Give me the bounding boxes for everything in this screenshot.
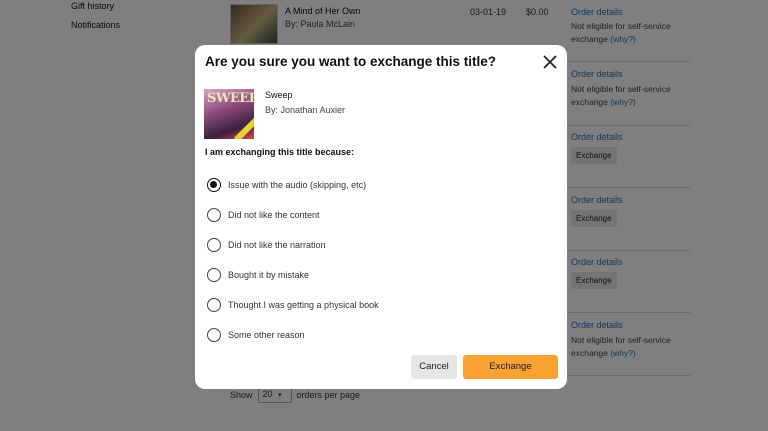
cancel-button[interactable]: Cancel xyxy=(411,355,457,379)
cover-banner xyxy=(233,117,254,139)
radio-button[interactable] xyxy=(207,268,221,282)
option-label: Did not like the narration xyxy=(228,240,326,250)
option-label: Thought I was getting a physical book xyxy=(228,300,379,310)
radio-button[interactable] xyxy=(207,328,221,342)
dialog-title: Are you sure you want to exchange this t… xyxy=(205,54,497,69)
book-title: Sweep xyxy=(265,90,293,100)
option-label: Some other reason xyxy=(228,330,305,340)
book-author: By: Jonathan Auxier xyxy=(265,105,346,115)
reason-option-content[interactable]: Did not like the content xyxy=(207,200,379,230)
book-cover: SWEEP xyxy=(204,89,254,139)
option-label: Issue with the audio (skipping, etc) xyxy=(228,180,367,190)
radio-button[interactable] xyxy=(207,178,221,192)
reason-option-audio-issue[interactable]: Issue with the audio (skipping, etc) xyxy=(207,170,379,200)
reason-heading: I am exchanging this title because: xyxy=(205,147,355,157)
reason-option-narration[interactable]: Did not like the narration xyxy=(207,230,379,260)
radio-button[interactable] xyxy=(207,208,221,222)
radio-button[interactable] xyxy=(207,298,221,312)
close-icon xyxy=(543,55,557,69)
radio-button[interactable] xyxy=(207,238,221,252)
exchange-confirm-button[interactable]: Exchange xyxy=(463,355,558,379)
cover-title-text: SWEEP xyxy=(207,91,254,106)
reason-option-other[interactable]: Some other reason xyxy=(207,320,379,350)
reason-options: Issue with the audio (skipping, etc) Did… xyxy=(207,170,379,350)
reason-option-mistake[interactable]: Bought it by mistake xyxy=(207,260,379,290)
option-label: Did not like the content xyxy=(228,210,320,220)
exchange-dialog: Are you sure you want to exchange this t… xyxy=(195,45,567,389)
reason-option-physical-book[interactable]: Thought I was getting a physical book xyxy=(207,290,379,320)
close-button[interactable] xyxy=(541,53,559,71)
option-label: Bought it by mistake xyxy=(228,270,310,280)
